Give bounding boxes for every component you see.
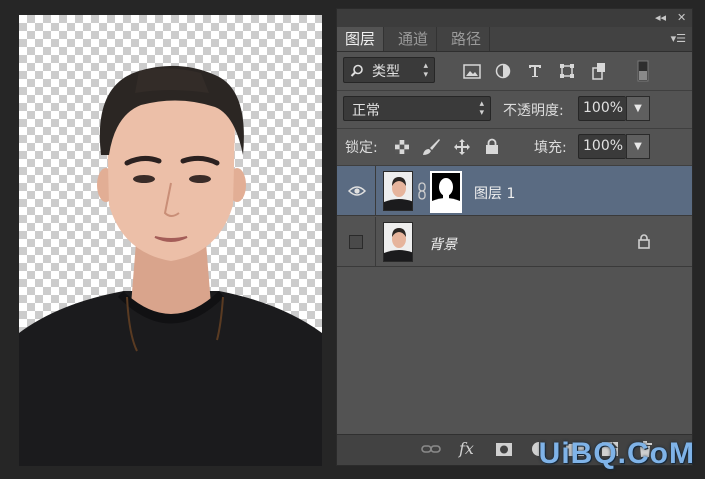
chevron-down-icon: ▼ — [634, 141, 642, 152]
layer-name[interactable]: 图层 1 — [474, 183, 515, 203]
filter-toggle-icon[interactable] — [637, 60, 649, 82]
layer-lock-icon — [638, 234, 650, 249]
layer-filter-row: 类型 ▴ ▾ — [337, 52, 692, 91]
layer-visibility-toggle[interactable] — [337, 217, 376, 266]
layer-thumbnail — [383, 222, 413, 262]
portrait-thumbnail-image — [384, 223, 412, 261]
tab-layers[interactable]: 图层 — [337, 27, 385, 51]
layer-row-background[interactable]: 背景 — [337, 217, 692, 267]
portrait-image — [19, 65, 322, 466]
lock-position-icon[interactable] — [453, 138, 471, 156]
mask-silhouette-image — [432, 173, 460, 211]
layer-row-layer-1[interactable]: 图层 1 — [337, 166, 692, 216]
blend-mode-label: 正常 — [352, 103, 380, 119]
fill-input[interactable]: 100% — [578, 134, 626, 159]
tab-paths[interactable]: 路径 — [443, 27, 491, 51]
chevron-down-icon: ▼ — [634, 103, 642, 114]
stepper-arrows-icon: ▴ ▾ — [423, 61, 428, 80]
lock-all-icon[interactable] — [485, 138, 499, 155]
fill-value: 100% — [583, 138, 624, 154]
add-mask-icon[interactable] — [495, 442, 513, 457]
eye-icon — [348, 186, 366, 196]
search-icon — [350, 64, 363, 77]
fx-icon[interactable]: fx — [459, 439, 474, 458]
image-filter-icon[interactable] — [463, 64, 481, 79]
type-filter-icon[interactable] — [527, 63, 543, 79]
document-canvas[interactable] — [19, 15, 322, 466]
panel-menu-button[interactable]: ▾☰ — [671, 32, 686, 45]
lock-transparent-icon[interactable] — [395, 140, 409, 154]
shape-filter-icon[interactable] — [559, 63, 575, 79]
opacity-dropdown-button[interactable]: ▼ — [626, 96, 650, 121]
adjustment-filter-icon[interactable] — [495, 63, 511, 79]
smart-object-filter-icon[interactable] — [591, 62, 607, 80]
opacity-value: 100% — [583, 100, 624, 116]
opacity-input[interactable]: 100% — [578, 96, 626, 121]
filter-kind-label: 类型 — [372, 64, 400, 80]
opacity-label: 不透明度: — [503, 103, 564, 119]
layers-panel: ◂◂ ✕ 图层 通道 路径 ▾☰ 类型 ▴ ▾ 正常 ▴ ▾ 不透明度: 100… — [336, 8, 693, 466]
panel-tabs: 图层 通道 路径 ▾☰ — [337, 27, 692, 52]
portrait-thumbnail-image — [384, 172, 412, 210]
lock-image-icon[interactable] — [421, 138, 441, 156]
layer-name[interactable]: 背景 — [429, 234, 457, 254]
filter-kind-select[interactable]: 类型 ▴ ▾ — [343, 57, 435, 83]
collapse-panel-button[interactable]: ◂◂ — [655, 11, 666, 24]
layer-visibility-toggle[interactable] — [337, 166, 376, 215]
fill-dropdown-button[interactable]: ▼ — [626, 134, 650, 159]
layer-mask-thumbnail[interactable] — [430, 171, 462, 213]
blend-mode-select[interactable]: 正常 ▴ ▾ — [343, 96, 491, 121]
link-layers-icon[interactable] — [421, 443, 441, 455]
blend-row: 正常 ▴ ▾ 不透明度: 100% ▼ — [337, 91, 692, 129]
mask-link-icon[interactable] — [417, 182, 427, 200]
stepper-arrows-icon: ▴ ▾ — [479, 99, 484, 118]
fill-label: 填充: — [534, 140, 567, 156]
panel-title-bar: ◂◂ ✕ — [337, 9, 692, 27]
tab-channels[interactable]: 通道 — [390, 27, 438, 51]
lock-label: 锁定: — [345, 140, 378, 156]
close-panel-button[interactable]: ✕ — [677, 11, 686, 24]
lock-row: 锁定: 填充: 100% ▼ — [337, 129, 692, 166]
site-watermark: UiBQ.CoM — [538, 437, 695, 470]
visibility-off-box — [349, 235, 363, 249]
layer-thumbnail — [383, 171, 413, 211]
